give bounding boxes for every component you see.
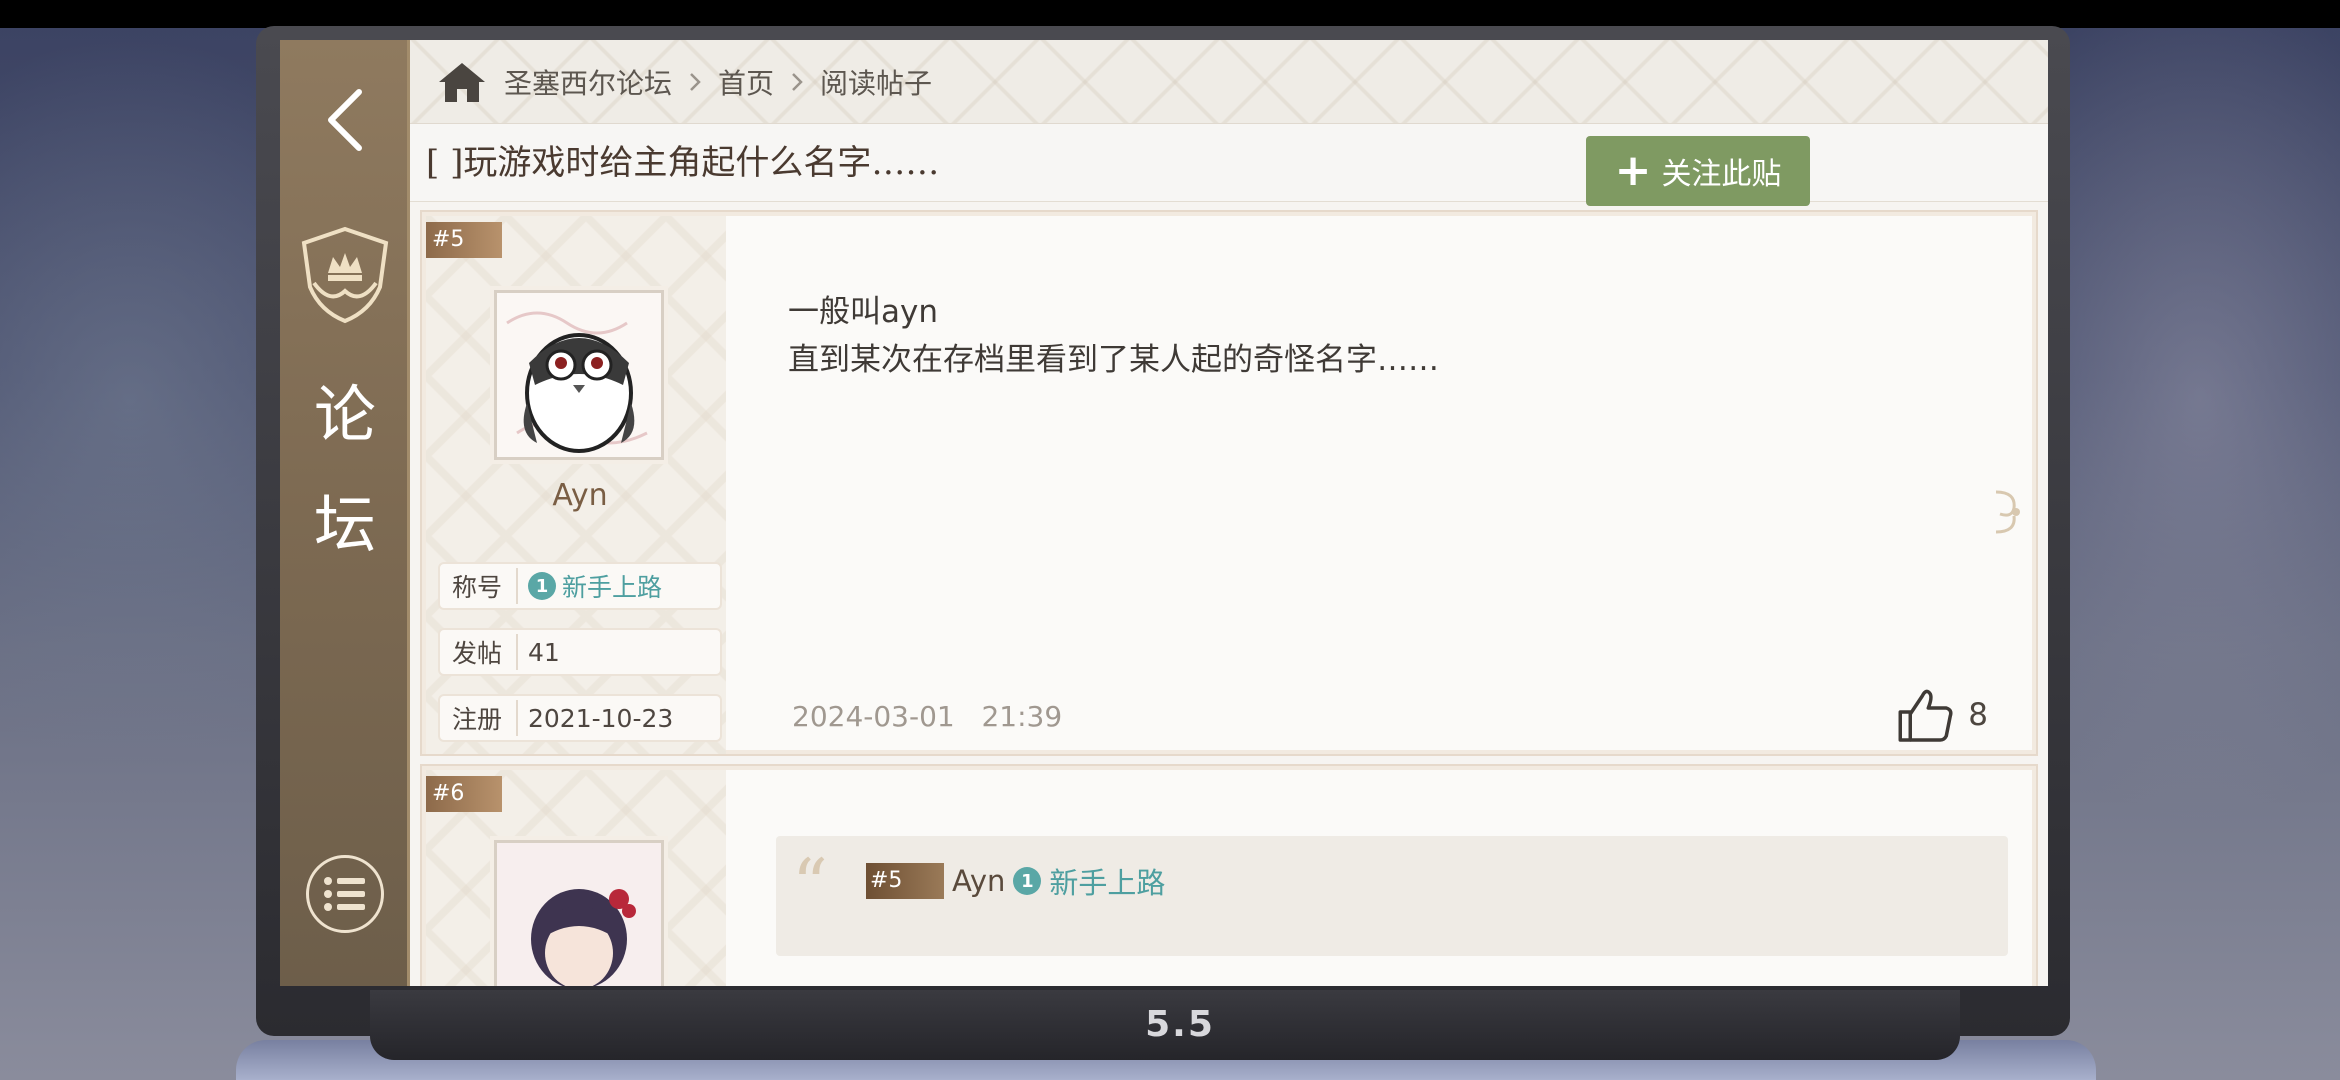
academy-emblem-icon [301,226,389,324]
stat-posts-row: 发帖 41 [438,628,722,676]
breadcrumb-home[interactable]: 首页 [718,62,774,102]
forum-screen: 论 坛 圣塞西尔论坛 首页 阅读帖子 [ ]玩游戏时给主角起什么名字…… + 关… [280,40,2048,986]
like-count: 8 [1968,697,1988,733]
stat-value: 1 新手上路 [518,568,662,604]
breadcrumb: 圣塞西尔论坛 首页 阅读帖子 [436,40,932,124]
home-icon[interactable] [436,60,488,104]
avatar[interactable] [494,840,664,986]
stat-register-row: 注册 2021-10-23 [438,694,722,742]
level-badge-icon: 1 [528,572,556,600]
stat-title-row: 称号 1 新手上路 [438,562,722,610]
post-time: 21:39 [981,700,1063,733]
rail-title: 论 坛 [280,360,410,580]
floor-number: #5 [426,222,502,258]
quote-floor: #5 [866,863,944,899]
quote-user-title: 新手上路 [1049,866,1166,900]
rail-title-line1: 论 [313,378,376,451]
register-date: 2021-10-23 [528,703,674,733]
stat-label: 称号 [440,568,518,604]
post-line: 直到某次在存档里看到了某人起的奇怪名字…… [788,342,1439,378]
menu-list-icon [324,877,365,911]
owl-avatar-icon [497,293,661,457]
left-rail: 论 坛 [280,40,410,986]
status-bar [0,0,2340,28]
quote-header: #5 Ayn 1 新手上路 [866,860,1165,902]
post-content: 一般叫ayn 直到某次在存档里看到了某人起的奇怪名字…… [788,288,1439,384]
menu-button[interactable] [306,855,384,933]
post-author-panel: #5 Ayn 称号 1 新手上路 发帖 41 注册 2021-10-23 [426,216,726,754]
quote-icon: “ [792,844,828,926]
girl-avatar-icon [497,843,661,986]
follow-thread-button[interactable]: + 关注此贴 [1586,136,1810,206]
post-item: #6 “ #5 Ayn 1 新手上路 [420,764,2038,986]
chevron-right-icon [690,73,701,91]
post-date: 2024-03-01 [792,700,955,733]
thread-title: [ ]玩游戏时给主角起什么名字…… [426,143,940,183]
user-title: 新手上路 [562,573,663,602]
chevron-right-icon [792,73,803,91]
follow-label: 关注此贴 [1661,157,1782,192]
quote-block: “ #5 Ayn 1 新手上路 [776,836,2008,956]
post-author-panel: #6 [426,770,726,986]
avatar[interactable] [494,290,664,460]
stat-label: 注册 [440,700,518,736]
like-button[interactable]: 8 [1896,686,1988,744]
post-count: 41 [528,637,560,667]
back-button[interactable] [310,80,380,160]
post-item: #5 Ayn 称号 1 新手上路 发帖 41 注册 2021-10-23 一般叫… [420,210,2038,756]
ornament-icon [1995,490,2020,534]
breadcrumb-forum[interactable]: 圣塞西尔论坛 [504,62,672,102]
thumbs-up-icon [1898,689,1953,742]
quote-author[interactable]: Ayn [952,864,1005,898]
thread-title-bar: [ ]玩游戏时给主角起什么名字…… + 关注此贴 [410,124,2048,206]
post-list[interactable]: #5 Ayn 称号 1 新手上路 发帖 41 注册 2021-10-23 一般叫… [410,202,2048,986]
laptop-brand-logo: 5.5 [1145,1004,1215,1045]
breadcrumb-bar: 圣塞西尔论坛 首页 阅读帖子 [410,40,2048,124]
stat-label: 发帖 [440,634,518,670]
level-badge-icon: 1 [1013,867,1042,895]
rail-title-line2: 坛 [313,488,376,561]
post-timestamp: 2024-03-01 21:39 [792,700,1062,733]
author-name[interactable]: Ayn [426,478,734,513]
back-arrow-icon [328,89,362,151]
floor-number: #6 [426,776,502,812]
plus-icon: + [1614,145,1652,196]
breadcrumb-current: 阅读帖子 [820,67,933,100]
post-line: 一般叫ayn [788,294,938,330]
